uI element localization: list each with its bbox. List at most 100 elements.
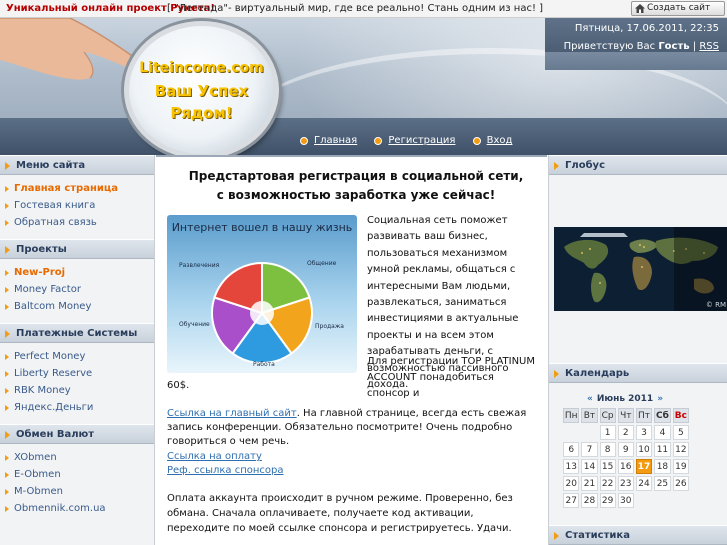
site-menu: Главная страница Гостевая книга Обратная… xyxy=(0,175,154,239)
calendar-day-cell[interactable]: 25 xyxy=(654,476,671,491)
calendar-day-cell[interactable]: 29 xyxy=(599,493,616,508)
calendar-day-cell[interactable]: 3 xyxy=(635,425,653,440)
calendar-day-cell[interactable]: 7 xyxy=(581,442,598,457)
calendar-week-row: 20 21 22 23 24 25 26 xyxy=(563,476,689,491)
main-content: Предстартовая регистрация в социальной с… xyxy=(156,155,547,545)
calendar-day-cell[interactable]: 23 xyxy=(617,476,634,491)
calendar-day-cell[interactable]: 27 xyxy=(563,493,580,508)
payment-link-line: Ссылка на оплату xyxy=(167,451,262,462)
nav-login-label: Вход xyxy=(486,135,513,146)
calendar-weekday: Пт xyxy=(635,408,653,423)
menu-item-e-obmen[interactable]: E-Obmen xyxy=(0,466,154,483)
title-arrow-icon xyxy=(5,431,10,439)
menu-arrow-icon xyxy=(5,354,9,360)
calendar-day-cell[interactable]: 20 xyxy=(563,476,580,491)
logo-site-name: Liteincome.com xyxy=(139,60,264,76)
calendar-day-cell[interactable]: 14 xyxy=(581,459,598,474)
menu-arrow-icon xyxy=(5,489,9,495)
calendar-day-cell[interactable]: 18 xyxy=(654,459,671,474)
calendar-today-cell[interactable]: 17 xyxy=(635,459,653,474)
calendar-day-cell[interactable]: 16 xyxy=(617,459,634,474)
calendar-day-cell[interactable]: 6 xyxy=(563,442,580,457)
calendar-prev-month[interactable]: « xyxy=(587,394,593,404)
calendar-day-cell[interactable]: 10 xyxy=(635,442,653,457)
header-date: Пятница, 17.06.2011, 22:35 xyxy=(574,23,719,34)
calendar-day-cell[interactable]: 2 xyxy=(617,425,634,440)
calendar-day-cell[interactable]: 4 xyxy=(654,425,671,440)
menu-item-m-obmen[interactable]: M-Obmen xyxy=(0,483,154,500)
menu-item-label: E-Obmen xyxy=(14,469,61,480)
menu-item-rbk-money[interactable]: RBK Money xyxy=(0,382,154,399)
menu-item-obmennik[interactable]: Obmennik.com.ua xyxy=(0,500,154,517)
calendar-body: 1 2 3 4 5 6 7 8 9 10 11 12 13 14 15 16 17 18 19 20 21 22 23 24 2… xyxy=(563,425,689,508)
calendar-day-cell[interactable]: 28 xyxy=(581,493,598,508)
calendar-day-cell[interactable]: 1 xyxy=(599,425,616,440)
calendar-day-cell[interactable]: 24 xyxy=(635,476,653,491)
rss-link[interactable]: RSS xyxy=(699,41,719,52)
create-site-button[interactable]: Создать сайт xyxy=(631,1,725,16)
calendar-day-cell[interactable]: 11 xyxy=(654,442,671,457)
header-greeting-strip xyxy=(545,52,727,70)
image-title: Интернет вошел в нашу жизнь xyxy=(171,221,353,234)
calendar-day-cell[interactable]: 30 xyxy=(617,493,634,508)
menu-item-label: XObmen xyxy=(14,452,57,463)
calendar-next-month[interactable]: » xyxy=(657,394,663,404)
calendar-day-cell[interactable]: 12 xyxy=(672,442,689,457)
payment-note: Оплата аккаунта происходит в ручном режи… xyxy=(167,493,513,534)
menu-item-perfect-money[interactable]: Perfect Money xyxy=(0,348,154,365)
calendar-day-cell[interactable]: 5 xyxy=(672,425,689,440)
calendar-title-text: Календарь xyxy=(565,368,630,379)
calendar-day-cell[interactable]: 15 xyxy=(599,459,616,474)
greeting-prefix: Приветствую Вас xyxy=(563,41,656,52)
nav-bullet-icon xyxy=(374,137,383,145)
image-label-entertainment: Развлечения xyxy=(179,262,220,269)
menu-item-liberty-reserve[interactable]: Liberty Reserve xyxy=(0,365,154,382)
payment-link[interactable]: Ссылка на оплату xyxy=(167,451,262,462)
calendar-day-cell[interactable]: 26 xyxy=(672,476,689,491)
menu-arrow-icon xyxy=(5,388,9,394)
calendar-day-cell[interactable]: 9 xyxy=(617,442,634,457)
image-label-sales: Продажа xyxy=(315,323,344,330)
menu-item-label: RBK Money xyxy=(14,385,71,396)
greeting-separator: | xyxy=(689,41,700,52)
menu-item-feedback[interactable]: Обратная связь xyxy=(0,214,154,231)
world-map-widget[interactable]: © RM xyxy=(554,227,727,311)
promo-text[interactable]: [ "Легенда"- виртуальный мир, где все ре… xyxy=(167,0,543,17)
calendar-day-cell[interactable]: 13 xyxy=(563,459,580,474)
calendar-day-cell[interactable]: 19 xyxy=(672,459,689,474)
menu-item-home[interactable]: Главная страница xyxy=(0,180,154,197)
calendar-day-cell[interactable]: 22 xyxy=(599,476,616,491)
calendar-day-cell[interactable]: 21 xyxy=(581,476,598,491)
calendar-weekday: Чт xyxy=(617,408,634,423)
payments-menu: Perfect Money Liberty Reserve RBK Money … xyxy=(0,343,154,424)
calendar-empty-cell xyxy=(636,493,652,508)
calendar-weekday: Вт xyxy=(581,408,598,423)
menu-item-new-proj[interactable]: New-Proj xyxy=(0,264,154,281)
menu-item-guestbook[interactable]: Гостевая книга xyxy=(0,197,154,214)
title-arrow-icon xyxy=(5,330,10,338)
menu-item-xobmen[interactable]: XObmen xyxy=(0,449,154,466)
main-site-link[interactable]: Ссылка на главный сайт xyxy=(167,408,297,419)
calendar-day-cell[interactable]: 8 xyxy=(599,442,616,457)
menu-item-money-factor[interactable]: Money Factor xyxy=(0,281,154,298)
exchange-title-text: Обмен Валют xyxy=(16,429,95,440)
registration-text: Для регистрации TOP PLATINUM ACCOUNT пон… xyxy=(367,356,536,399)
menu-item-yandex-money[interactable]: Яндекс.Деньги xyxy=(0,399,154,416)
nav-register[interactable]: Регистрация xyxy=(374,135,455,146)
globe-copyright: © RM xyxy=(705,301,726,309)
title-arrow-icon xyxy=(554,532,559,540)
menu-arrow-icon xyxy=(5,371,9,377)
nav-login[interactable]: Вход xyxy=(472,135,513,146)
menu-arrow-icon xyxy=(5,304,9,310)
title-arrow-icon xyxy=(554,162,559,170)
nav-home[interactable]: Главная xyxy=(300,135,357,146)
menu-item-baltcom-money[interactable]: Baltcom Money xyxy=(0,298,154,315)
menu-item-label: Яндекс.Деньги xyxy=(14,402,94,413)
calendar-month-label[interactable]: Июнь 2011 xyxy=(597,394,653,404)
menu-item-label: Обратная связь xyxy=(14,217,97,228)
nav-bullet-icon xyxy=(472,137,481,145)
calendar-grid: Пн Вт Ср Чт Пт Сб Вс 1 2 3 4 5 6 7 8 9 10 11 12 13 14 15 16 17… xyxy=(561,406,691,510)
sponsor-ref-link[interactable]: Реф. ссылка спонсора xyxy=(167,465,284,476)
calendar-title: Календарь xyxy=(549,363,727,383)
logo-magnifier[interactable]: Liteincome.com Ваш Успех Рядом! xyxy=(124,21,279,155)
